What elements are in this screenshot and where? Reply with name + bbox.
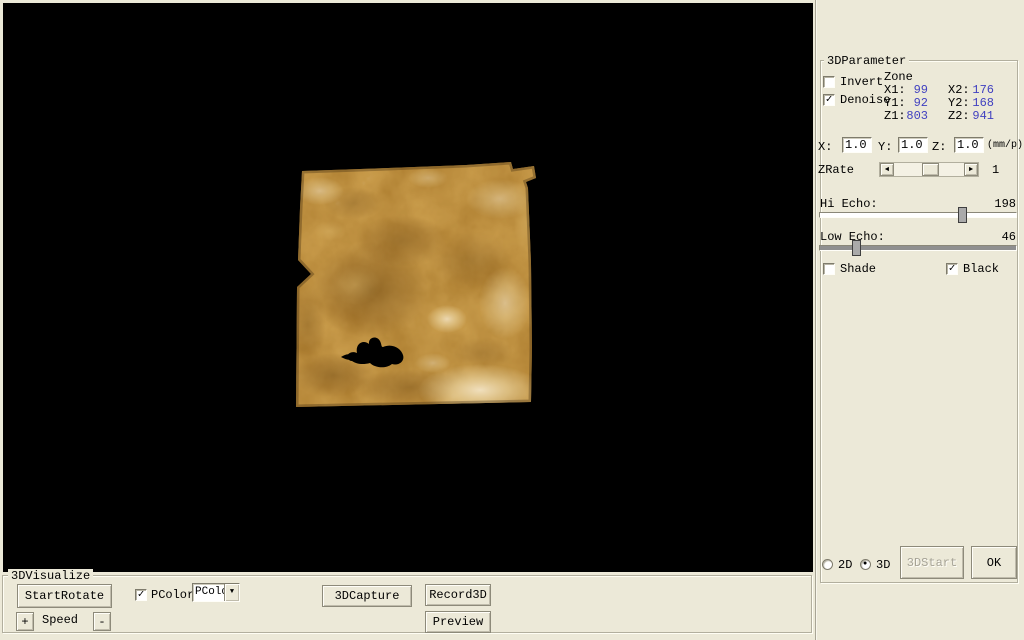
- mode-3d-radio[interactable]: ●: [860, 559, 871, 570]
- hi-echo-slider-track[interactable]: [819, 212, 1017, 218]
- scale-x-label: X:: [818, 140, 832, 154]
- visualize-groupbox-title: 3DVisualize: [8, 569, 93, 583]
- mode-2d-label: 2D: [838, 558, 852, 572]
- black-label: Black: [963, 262, 999, 276]
- zrate-right-arrow[interactable]: ►: [964, 163, 978, 176]
- pcolor-checkmark: ✓: [138, 589, 145, 601]
- start-rotate-button[interactable]: StartRotate: [17, 584, 112, 608]
- speed-minus-button[interactable]: -: [93, 612, 111, 631]
- scale-x-input[interactable]: [842, 137, 872, 153]
- black-checkbox[interactable]: ✓: [946, 263, 958, 275]
- scale-y-label: Y:: [878, 140, 892, 154]
- zrate-scrollbar[interactable]: ◄ ►: [879, 162, 979, 177]
- zone-y1-value: 92: [896, 96, 928, 110]
- scale-y-input[interactable]: [898, 137, 928, 153]
- app-window: 3DParameter Invert ✓ Denoise Zone X1: 99…: [0, 0, 1024, 640]
- mode-3d-label: 3D: [876, 558, 890, 572]
- panel-divider: [815, 0, 817, 640]
- invert-label: Invert: [840, 75, 883, 89]
- capture-3d-button[interactable]: 3DCapture: [322, 585, 412, 607]
- zone-title: Zone: [884, 70, 913, 84]
- invert-checkbox[interactable]: [823, 76, 835, 88]
- low-echo-slider-track[interactable]: [819, 245, 1017, 251]
- zrate-scrollbar-thumb[interactable]: [922, 163, 939, 176]
- zone-x1-value: 99: [896, 83, 928, 97]
- mode-2d-radio[interactable]: [822, 559, 833, 570]
- speed-label: Speed: [42, 613, 78, 627]
- scale-z-input[interactable]: [954, 137, 984, 153]
- pcolor-checkbox[interactable]: ✓: [135, 589, 147, 601]
- low-echo-slider-thumb[interactable]: [852, 240, 861, 256]
- speed-plus-button[interactable]: +: [16, 612, 34, 631]
- mode-2d-radio-dot: [825, 562, 830, 567]
- denoise-checkmark: ✓: [826, 94, 833, 106]
- hi-echo-value: 198: [976, 197, 1016, 211]
- scale-unit-label: (mm/p): [987, 140, 1023, 151]
- pcolor-label: PColor: [151, 588, 194, 602]
- viewport-3d[interactable]: [3, 3, 813, 572]
- render-3d-surface: [3, 3, 813, 572]
- shade-label: Shade: [840, 262, 876, 276]
- denoise-checkbox[interactable]: ✓: [823, 94, 835, 106]
- chevron-down-icon[interactable]: ▼: [224, 584, 239, 601]
- low-echo-value: 46: [976, 230, 1016, 244]
- hi-echo-slider-thumb[interactable]: [958, 207, 967, 223]
- pcolor-select[interactable]: PColor ▼: [192, 583, 240, 602]
- zrate-left-arrow[interactable]: ◄: [880, 163, 894, 176]
- zrate-value: 1: [992, 163, 999, 177]
- ok-button[interactable]: OK: [971, 546, 1017, 579]
- scale-z-label: Z:: [932, 140, 946, 154]
- black-checkmark: ✓: [949, 263, 956, 275]
- denoise-label: Denoise: [840, 93, 890, 107]
- preview-button[interactable]: Preview: [425, 611, 491, 633]
- record-3d-button[interactable]: Record3D: [425, 584, 491, 606]
- zone-z2-value: 941: [962, 109, 994, 123]
- start-3d-button[interactable]: 3DStart: [900, 546, 964, 579]
- zrate-label: ZRate: [818, 163, 854, 177]
- mode-3d-radio-dot: ●: [863, 562, 868, 567]
- zone-x2-value: 176: [962, 83, 994, 97]
- parameter-groupbox-title: 3DParameter: [824, 54, 909, 68]
- zone-y2-value: 168: [962, 96, 994, 110]
- zone-z1-value: 803: [896, 109, 928, 123]
- hi-echo-label: Hi Echo:: [820, 197, 878, 211]
- shade-checkbox[interactable]: [823, 263, 835, 275]
